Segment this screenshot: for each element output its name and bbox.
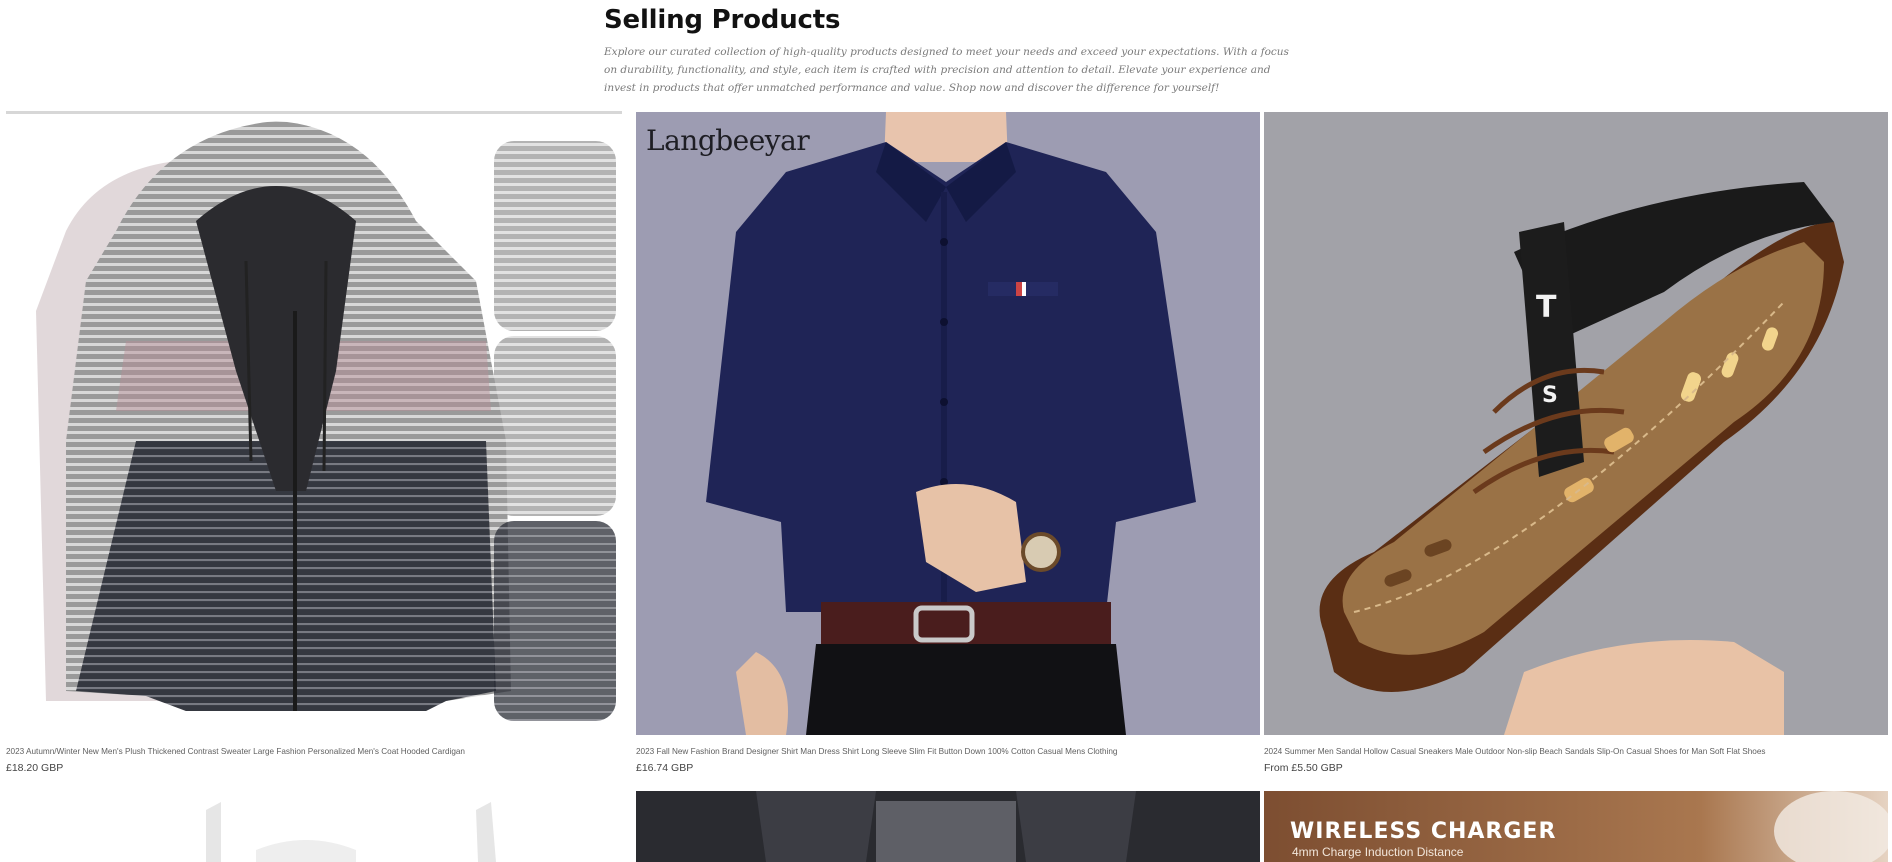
- product-image-partial-graphic: [6, 790, 622, 862]
- svg-text:T: T: [1536, 290, 1557, 325]
- product-title[interactable]: 2023 Fall New Fashion Brand Designer Shi…: [636, 747, 1117, 756]
- brown-sandal-shoe-image: T S: [1264, 112, 1888, 735]
- banner-title: WIRELESS CHARGER: [1290, 819, 1557, 844]
- section-description: Explore our curated collection of high-q…: [604, 46, 1289, 94]
- brand-logo: Langbeeyar: [646, 124, 810, 157]
- product-title[interactable]: 2024 Summer Men Sandal Hollow Casual Sne…: [1264, 747, 1766, 756]
- product-price: From £5.50 GBP: [1264, 762, 1343, 774]
- product-image-wireless-charger[interactable]: WIRELESS CHARGER 4mm Charge Induction Di…: [1264, 791, 1888, 862]
- product-price: £18.20 GBP: [6, 762, 64, 774]
- navy-dress-shirt-image: [636, 112, 1260, 735]
- section-title: Selling Products: [604, 5, 841, 35]
- product-image-trousers[interactable]: [636, 791, 1260, 862]
- product-image-sandal[interactable]: T S: [1264, 112, 1888, 735]
- hooded-cardigan-image: [6, 111, 622, 721]
- section-header: Selling Products Explore our curated col…: [604, 0, 1304, 97]
- svg-text:S: S: [1542, 383, 1558, 408]
- trousers-image-partial: [636, 791, 1260, 862]
- product-title[interactable]: 2023 Autumn/Winter New Men's Plush Thick…: [6, 747, 465, 756]
- product-image-partial[interactable]: [6, 790, 622, 862]
- product-image-shirt[interactable]: Langbeeyar: [636, 112, 1260, 735]
- banner-subtitle: 4mm Charge Induction Distance: [1292, 845, 1464, 859]
- product-image-cardigan[interactable]: [6, 111, 622, 735]
- product-price: £16.74 GBP: [636, 762, 694, 774]
